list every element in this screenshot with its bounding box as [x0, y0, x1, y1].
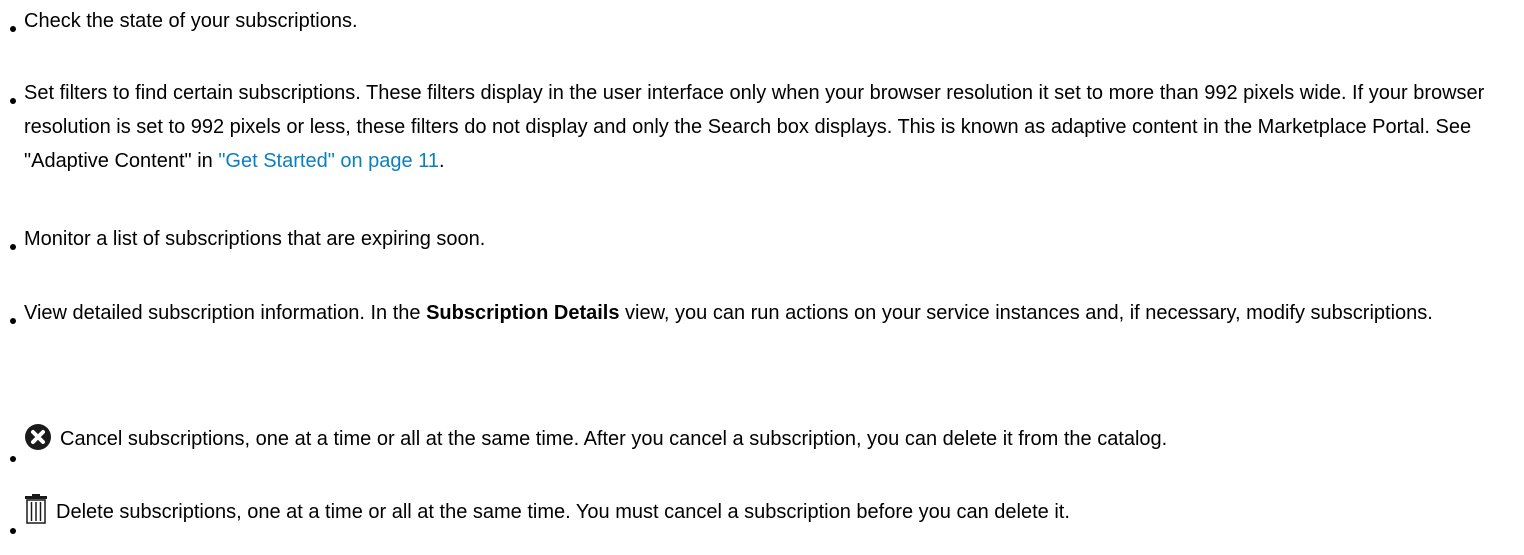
list-item-text: View detailed subscription information. …	[24, 302, 427, 324]
bullet	[10, 456, 16, 462]
list-item-text: Monitor a list of subscriptions that are…	[24, 228, 486, 250]
list-item-text: Delete subscriptions, one at a time or a…	[56, 501, 1070, 523]
bullet	[10, 318, 16, 324]
bullet	[10, 244, 16, 250]
list-item-delete-subscriptions: Delete subscriptions, one at a time or a…	[24, 494, 1504, 535]
list-item-view-details: View detailed subscription information. …	[24, 296, 1504, 330]
subscription-details-term: Subscription Details	[426, 302, 620, 324]
bullet	[10, 98, 16, 104]
bullet	[10, 528, 16, 534]
list-item-set-filters: Set filters to find certain subscription…	[24, 76, 1504, 178]
list-item-check-state: Check the state of your subscriptions.	[24, 4, 1504, 38]
list-item-text: Cancel subscriptions, one at a time or a…	[60, 428, 1168, 450]
bullet	[10, 26, 16, 32]
cancel-icon	[24, 423, 52, 462]
list-item-monitor-expiring: Monitor a list of subscriptions that are…	[24, 222, 1504, 256]
list-item-text-end: .	[438, 150, 445, 172]
get-started-link[interactable]: "Get Started" on page 11	[218, 150, 439, 172]
list-item-text-end: view, you can run actions on your servic…	[619, 302, 1433, 324]
subscription-features-list: Check the state of your subscriptions. S…	[0, 0, 1524, 555]
list-item-cancel-subscriptions: Cancel subscriptions, one at a time or a…	[24, 422, 1504, 462]
list-item-text: Check the state of your subscriptions.	[24, 10, 358, 32]
trash-icon	[24, 494, 48, 535]
